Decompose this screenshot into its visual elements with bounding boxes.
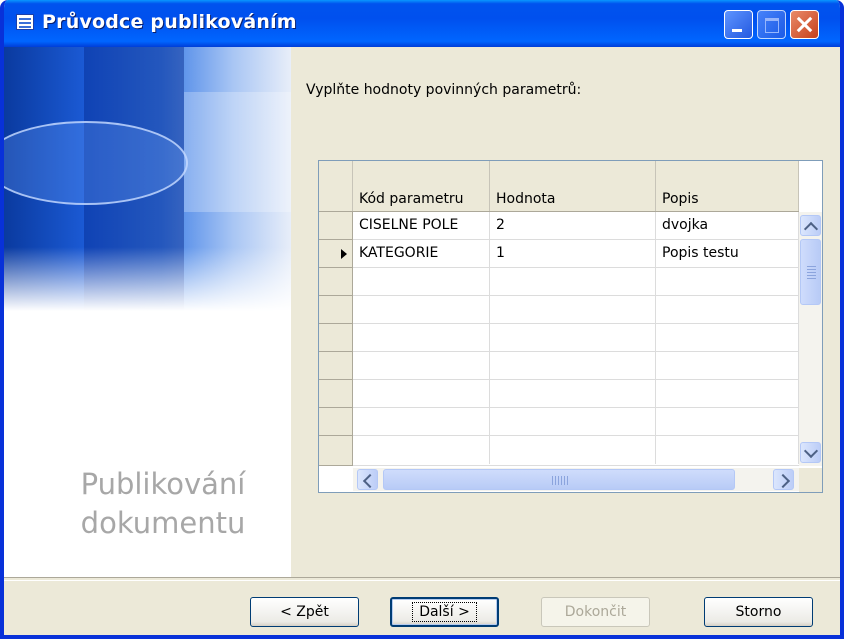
wizard-side-panel: Publikování dokumentu xyxy=(4,47,291,577)
vertical-scrollbar[interactable] xyxy=(799,212,822,466)
vertical-scroll-thumb[interactable] xyxy=(800,239,821,305)
window-title: Průvodce publikováním xyxy=(42,11,297,33)
empty-row[interactable] xyxy=(319,352,799,380)
scroll-down-button[interactable] xyxy=(800,442,821,463)
close-button[interactable] xyxy=(790,10,819,39)
current-row-arrow-icon xyxy=(341,249,347,259)
maximize-button[interactable] xyxy=(757,10,786,39)
cell-description[interactable]: Popis testu xyxy=(656,240,799,268)
scroll-left-button[interactable] xyxy=(357,469,378,490)
table-row[interactable]: CISELNE POLE 2 dvojka xyxy=(319,212,799,240)
arrow-up-icon xyxy=(803,221,819,237)
button-area-divider xyxy=(4,577,840,581)
horizontal-scrollbar[interactable] xyxy=(353,468,799,491)
scroll-up-button[interactable] xyxy=(800,215,821,237)
cell-value[interactable]: 2 xyxy=(490,212,656,240)
arrow-down-icon xyxy=(803,443,819,459)
cell-description[interactable]: dvojka xyxy=(656,212,799,240)
header-corner xyxy=(319,161,353,211)
column-header-description[interactable]: Popis xyxy=(656,161,799,211)
back-button[interactable]: < Zpět xyxy=(250,597,359,627)
cell-value[interactable]: 1 xyxy=(490,240,656,268)
scrollbar-corner xyxy=(799,468,822,492)
cancel-button[interactable]: Storno xyxy=(704,597,813,627)
grid-header: Kód parametru Hodnota Popis xyxy=(319,161,799,212)
title-bar[interactable]: Průvodce publikováním xyxy=(4,0,840,47)
next-button[interactable]: Další > xyxy=(390,597,499,627)
column-header-code[interactable]: Kód parametru xyxy=(353,161,490,211)
row-selector[interactable] xyxy=(319,240,353,268)
cell-code[interactable]: KATEGORIE xyxy=(353,240,490,268)
wizard-window: Průvodce publikováním Publikování dokume… xyxy=(0,0,844,639)
row-selector[interactable] xyxy=(319,212,353,240)
finish-button[interactable]: Dokončit xyxy=(541,597,650,627)
parameters-grid[interactable]: Kód parametru Hodnota Popis CISELNE POLE… xyxy=(318,160,823,493)
scroll-right-button[interactable] xyxy=(773,469,794,490)
arrow-right-icon xyxy=(775,473,791,489)
cell-code[interactable]: CISELNE POLE xyxy=(353,212,490,240)
side-panel-caption: Publikování dokumentu xyxy=(80,467,246,540)
decorative-banner xyxy=(4,47,291,311)
empty-row[interactable] xyxy=(319,380,799,408)
minimize-button[interactable] xyxy=(724,10,753,39)
horizontal-scroll-thumb[interactable] xyxy=(383,469,735,490)
empty-row[interactable] xyxy=(319,436,799,466)
next-button-label: Další > xyxy=(412,602,477,622)
empty-row[interactable] xyxy=(319,408,799,436)
column-header-value[interactable]: Hodnota xyxy=(490,161,656,211)
empty-row[interactable] xyxy=(319,268,799,296)
empty-row[interactable] xyxy=(319,324,799,352)
empty-row[interactable] xyxy=(319,296,799,324)
table-row[interactable]: KATEGORIE 1 Popis testu xyxy=(319,240,799,268)
table-icon xyxy=(16,14,34,30)
instruction-text: Vyplňte hodnoty povinných parametrů: xyxy=(306,82,582,98)
arrow-left-icon xyxy=(362,473,378,489)
